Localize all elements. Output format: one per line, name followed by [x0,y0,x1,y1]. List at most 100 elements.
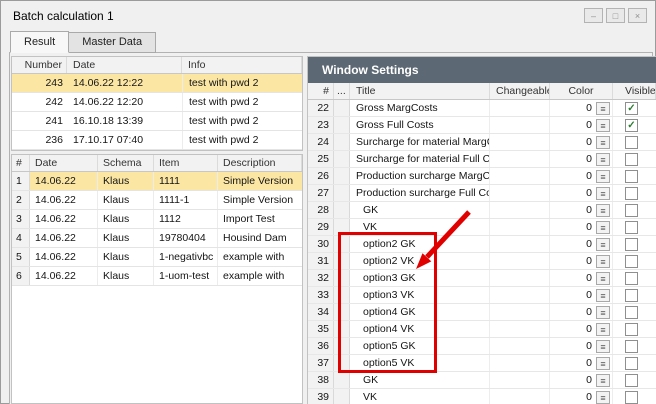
color-cell: 0≡ [550,253,613,269]
color-menu-button[interactable]: ≡ [596,255,610,268]
column-header-number[interactable]: Number [12,57,67,73]
maximize-button[interactable]: □ [606,8,625,23]
visible-checkbox[interactable] [625,306,638,319]
visible-checkbox[interactable] [625,136,638,149]
table-row[interactable]: 34option4 GK0≡ [308,304,656,321]
column-header-row-number[interactable]: # [308,83,334,99]
item-grid-header: # Date Schema Item Description [12,155,302,172]
date-cell: 14.06.22 [30,172,98,190]
color-menu-button[interactable]: ≡ [596,374,610,387]
color-menu-button[interactable]: ≡ [596,272,610,285]
table-row[interactable]: 22Gross MargCosts0≡✓ [308,100,656,117]
color-menu-button[interactable]: ≡ [596,102,610,115]
table-row[interactable]: 39VK0≡ [308,389,656,404]
color-menu-button[interactable]: ≡ [596,357,610,370]
table-row[interactable]: 28GK0≡ [308,202,656,219]
visible-checkbox[interactable] [625,323,638,336]
table-row[interactable]: 30option2 GK0≡ [308,236,656,253]
column-header-title[interactable]: Title [350,83,490,99]
date-cell: 14.06.22 [30,229,98,247]
column-header-changeable[interactable]: Changeable [490,83,550,99]
item-cell: 1111-1 [154,191,218,209]
column-header-date[interactable]: Date [30,155,98,171]
row-options-cell [334,117,350,133]
row-number-cell: 4 [12,229,30,247]
row-number-cell: 30 [308,236,334,252]
color-menu-button[interactable]: ≡ [596,153,610,166]
column-header-color[interactable]: Color [550,83,613,99]
table-row[interactable]: 614.06.22Klaus1-uom-testexample with [12,267,302,286]
close-button[interactable]: × [628,8,647,23]
color-cell: 0≡ [550,389,613,404]
column-header-visible[interactable]: Visible [613,83,656,99]
color-menu-button[interactable]: ≡ [596,187,610,200]
column-header-item[interactable]: Item [154,155,218,171]
column-header-date[interactable]: Date [67,57,182,73]
table-row[interactable]: 38GK0≡ [308,372,656,389]
column-header-info[interactable]: Info [182,57,302,73]
visible-checkbox[interactable] [625,357,638,370]
table-row[interactable]: 33option3 VK0≡ [308,287,656,304]
table-row[interactable]: 24314.06.22 12:22test with pwd 2 [12,74,302,93]
visible-checkbox[interactable] [625,374,638,387]
table-row[interactable]: 24116.10.18 13:39test with pwd 2 [12,112,302,131]
table-row[interactable]: 23Gross Full Costs0≡✓ [308,117,656,134]
table-row[interactable]: 24214.06.22 12:20test with pwd 2 [12,93,302,112]
table-row[interactable]: 414.06.22Klaus19780404Housind Dam [12,229,302,248]
table-row[interactable]: 27Production surcharge Full Costs0≡ [308,185,656,202]
color-menu-button[interactable]: ≡ [596,238,610,251]
color-menu-button[interactable]: ≡ [596,136,610,149]
visible-checkbox[interactable] [625,272,638,285]
color-menu-button[interactable]: ≡ [596,391,610,404]
tab-master-data[interactable]: Master Data [69,32,156,53]
column-header-description[interactable]: Description [218,155,302,171]
visible-checkbox[interactable] [625,187,638,200]
color-cell: 0≡ [550,321,613,337]
visible-checkbox[interactable]: ✓ [625,102,638,115]
column-header-options[interactable]: ... [334,83,350,99]
table-row[interactable]: 114.06.22Klaus1111Simple Version [12,172,302,191]
color-menu-button[interactable]: ≡ [596,340,610,353]
visible-checkbox[interactable] [625,391,638,404]
color-menu-button[interactable]: ≡ [596,306,610,319]
visible-checkbox[interactable] [625,255,638,268]
visible-checkbox[interactable] [625,170,638,183]
table-row[interactable]: 26Production surcharge MargCosts0≡ [308,168,656,185]
visible-checkbox[interactable] [625,204,638,217]
column-header-row-number[interactable]: # [12,155,30,171]
table-row[interactable]: 32option3 GK0≡ [308,270,656,287]
tab-result[interactable]: Result [10,31,69,53]
row-options-cell [334,372,350,388]
column-header-schema[interactable]: Schema [98,155,154,171]
table-row[interactable]: 23617.10.17 07:40test with pwd 2 [12,131,302,150]
visible-checkbox[interactable] [625,221,638,234]
color-menu-button[interactable]: ≡ [596,289,610,302]
visible-checkbox[interactable] [625,238,638,251]
table-row[interactable]: 35option4 VK0≡ [308,321,656,338]
table-row[interactable]: 29VK0≡ [308,219,656,236]
color-menu-button[interactable]: ≡ [596,221,610,234]
color-cell: 0≡ [550,304,613,320]
table-row[interactable]: 31option2 VK0≡ [308,253,656,270]
visible-checkbox[interactable]: ✓ [625,119,638,132]
visible-checkbox[interactable] [625,340,638,353]
table-row[interactable]: 314.06.22Klaus1112Import Test [12,210,302,229]
changeable-cell [490,372,550,388]
minimize-button[interactable]: – [584,8,603,23]
color-menu-button[interactable]: ≡ [596,204,610,217]
row-options-cell [334,321,350,337]
table-row[interactable]: 37option5 VK0≡ [308,355,656,372]
visible-checkbox[interactable] [625,153,638,166]
table-row[interactable]: 25Surcharge for material Full Costs0≡ [308,151,656,168]
table-row[interactable]: 24Surcharge for material MargCosts0≡ [308,134,656,151]
color-menu-button[interactable]: ≡ [596,119,610,132]
changeable-cell [490,236,550,252]
visible-checkbox[interactable] [625,289,638,302]
table-row[interactable]: 514.06.22Klaus1-negativbcexample with [12,248,302,267]
row-number-cell: 3 [12,210,30,228]
color-menu-button[interactable]: ≡ [596,323,610,336]
table-row[interactable]: 214.06.22Klaus1111-1Simple Version [12,191,302,210]
color-value: 0 [586,136,592,148]
color-menu-button[interactable]: ≡ [596,170,610,183]
table-row[interactable]: 36option5 GK0≡ [308,338,656,355]
